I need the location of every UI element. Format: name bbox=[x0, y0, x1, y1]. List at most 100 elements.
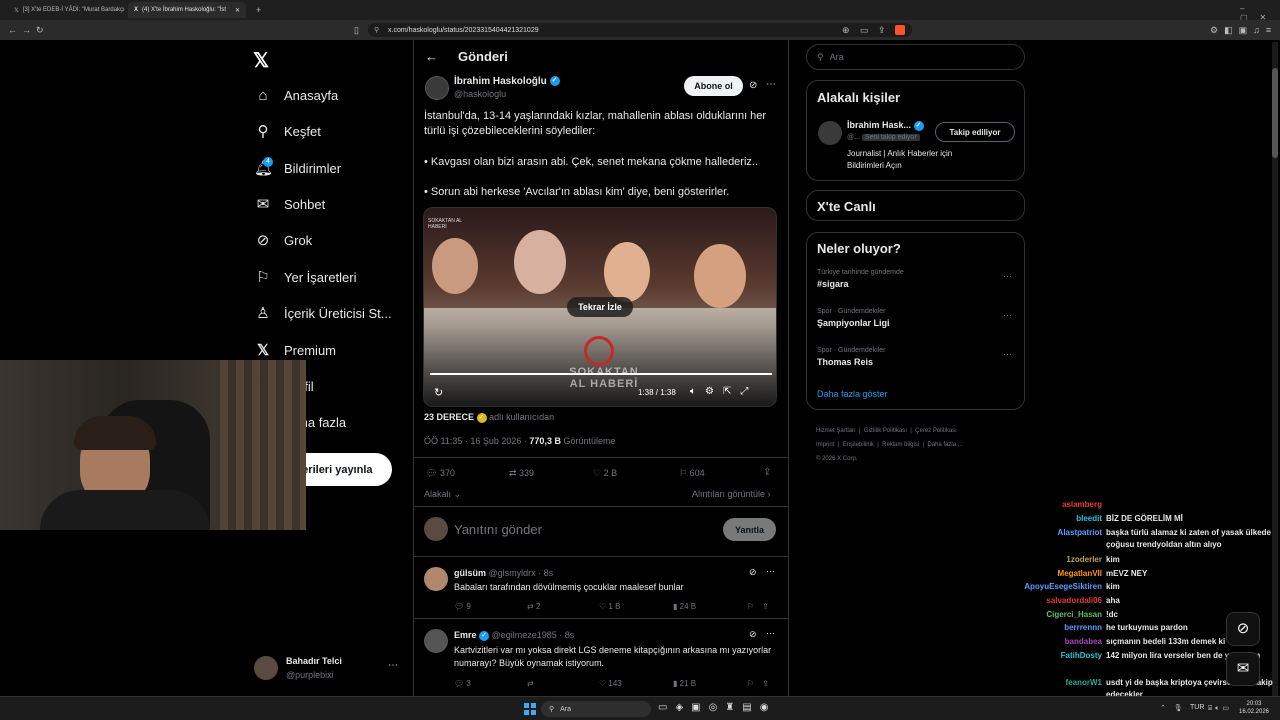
replay-icon[interactable]: ↻ bbox=[434, 386, 443, 399]
nav-home[interactable]: ⌂ Anasayfa bbox=[254, 84, 338, 106]
tray-icons[interactable]: ⌃ 🎙︎ bbox=[1160, 704, 1186, 712]
clock[interactable]: 20:03 16.02.2026 bbox=[1236, 700, 1272, 716]
bookmark-stat[interactable]: ⚐ 604 bbox=[679, 468, 705, 479]
reply-item[interactable]: Emre ✓ @egilmeze1985 · 8s ⊘ ⋯ Kartvizitl… bbox=[413, 619, 788, 696]
close-tab-icon[interactable]: ✕ bbox=[235, 7, 240, 14]
reply-views-stat[interactable]: ▮ 21 B bbox=[673, 679, 696, 688]
chat-username[interactable]: FatihDosty bbox=[990, 650, 1106, 662]
messages-float-icon[interactable]: ✉ bbox=[1226, 652, 1260, 686]
nav-premium[interactable]: 𝕏 Premium bbox=[254, 339, 336, 361]
reply-button[interactable]: Yanıtla bbox=[723, 518, 776, 541]
zoom-icon[interactable]: ⊕ bbox=[842, 22, 850, 38]
author-name-row[interactable]: İbrahim Haskoloğlu ✓ bbox=[454, 76, 560, 87]
footer-link[interactable]: Daha fazla ... bbox=[927, 442, 962, 448]
brave-shield-icon[interactable] bbox=[895, 25, 905, 35]
x-live-card[interactable]: X'te Canlı bbox=[806, 190, 1025, 221]
chat-username[interactable]: MegatlanVII bbox=[990, 568, 1106, 580]
forward-icon[interactable]: → bbox=[22, 22, 31, 38]
back-arrow-icon[interactable]: ← bbox=[425, 49, 438, 64]
x-logo[interactable]: 𝕏 bbox=[253, 48, 269, 73]
windows-start-icon[interactable] bbox=[524, 703, 536, 715]
site-info-icon[interactable]: ⚲ bbox=[374, 26, 379, 34]
more-options-icon[interactable]: ⋯ bbox=[766, 566, 775, 577]
like-stat[interactable]: ♡ 2 B bbox=[593, 468, 617, 479]
reply-actions-icons[interactable]: ⚐⇪ bbox=[747, 679, 777, 688]
browser-tab-1[interactable]: 𝕏 [3] X'te EDEB-İ YÂDİ: "Murat Bardakçı bbox=[8, 2, 126, 18]
search-input[interactable]: ⚲ Ara bbox=[806, 44, 1025, 70]
related-avatar[interactable] bbox=[818, 121, 842, 145]
repost-stat[interactable]: ⇄ 339 bbox=[509, 468, 534, 479]
reply-like-stat[interactable]: ♡ 1 B bbox=[599, 602, 620, 611]
share-icon[interactable]: ⇪ bbox=[878, 22, 886, 38]
chat-username[interactable]: 1zoderler bbox=[990, 554, 1106, 566]
reply-like-stat[interactable]: ♡ 143 bbox=[599, 679, 622, 688]
reply-repost-stat[interactable]: ⇄ bbox=[527, 679, 534, 688]
chat-username[interactable]: Alastpatriot bbox=[990, 527, 1106, 551]
chat-username[interactable]: salvadordali06 bbox=[990, 595, 1106, 607]
footer-link[interactable]: Erişilebilirlik bbox=[843, 442, 874, 448]
video-controls-icons[interactable]: 🔈︎⚙⇱⤢ bbox=[690, 386, 757, 397]
reply-views-stat[interactable]: ▮ 24 B bbox=[673, 602, 696, 611]
reply-comment-stat[interactable]: 💬︎ 3 bbox=[454, 679, 471, 688]
reload-icon[interactable]: ↻ bbox=[36, 22, 44, 38]
footer-link[interactable]: Gizlilik Politikası bbox=[864, 428, 907, 434]
show-more-link[interactable]: Daha fazla göster bbox=[817, 389, 888, 399]
bookmark-page-icon[interactable]: ▯ bbox=[354, 22, 359, 38]
reply-repost-stat[interactable]: ⇄ 2 bbox=[527, 602, 540, 611]
taskbar-app-icons[interactable]: ▭◈▣◎♜▤◉ bbox=[658, 702, 776, 713]
grok-icon[interactable]: ⊘ bbox=[749, 567, 757, 578]
view-quotes-link[interactable]: Alıntıları görüntüle › bbox=[692, 489, 771, 499]
chat-username[interactable]: ApoyuEsegeSiktiren bbox=[990, 581, 1106, 593]
footer-link[interactable]: Hizmet Şartları bbox=[816, 428, 856, 434]
trend-item[interactable]: Türkiye tarihinde gündemde #sigara ⋯ bbox=[817, 269, 1017, 295]
grok-float-icon[interactable]: ⊘ bbox=[1226, 612, 1260, 646]
nav-creator-studio[interactable]: ♙ İçerik Üreticisi St... bbox=[254, 302, 391, 324]
chat-username[interactable]: aslamberg bbox=[990, 499, 1106, 511]
account-switcher[interactable]: Bahadır Telci @purplebixi ⋯ bbox=[254, 654, 404, 684]
replay-button[interactable]: Tekrar İzle bbox=[567, 297, 633, 317]
following-button[interactable]: Takip ediliyor bbox=[935, 122, 1015, 142]
footer-link[interactable]: Imprint bbox=[816, 442, 834, 448]
more-options-icon[interactable]: ⋯ bbox=[1003, 271, 1012, 282]
trend-item[interactable]: Spor · Gündemdekiler Şampiyonlar Ligi ⋯ bbox=[817, 308, 1017, 334]
grok-icon[interactable]: ⊘ bbox=[749, 80, 757, 91]
nav-bookmarks[interactable]: ⚐ Yer İşaretleri bbox=[254, 266, 356, 288]
footer-link[interactable]: Reklam bilgisi bbox=[882, 442, 919, 448]
nav-messages[interactable]: ✉ Sohbet bbox=[254, 193, 326, 215]
chat-username[interactable]: Cigerci_Hasan bbox=[990, 609, 1106, 621]
more-options-icon[interactable]: ⋯ bbox=[766, 79, 776, 90]
system-status-icons[interactable]: ⌸🔈︎▭ bbox=[1208, 704, 1232, 713]
reply-stat[interactable]: 💬︎ 370 bbox=[426, 468, 455, 479]
sort-relevant[interactable]: Alakalı ⌄ bbox=[424, 489, 461, 500]
reply-actions-icons[interactable]: ⚐⇪ bbox=[747, 602, 777, 611]
related-name-row[interactable]: İbrahim Hask... ✓ bbox=[847, 120, 924, 131]
input-language[interactable]: TUR bbox=[1190, 704, 1204, 711]
more-options-icon[interactable]: ⋯ bbox=[1003, 349, 1012, 360]
video-progress-track[interactable] bbox=[430, 373, 772, 375]
taskbar-search[interactable]: ⚲ Ara bbox=[541, 701, 651, 717]
back-icon[interactable]: ← bbox=[8, 22, 17, 38]
chat-username[interactable]: bandabea bbox=[990, 636, 1106, 648]
new-tab-button[interactable]: + bbox=[250, 2, 264, 18]
subscribe-button[interactable]: Abone ol bbox=[684, 76, 743, 96]
url-bar[interactable]: ⚲ x.com/haskologlu/status/20233154044213… bbox=[368, 23, 912, 37]
extensions-icons[interactable]: ⚙◧▣♫≡ bbox=[1210, 22, 1277, 38]
reply-item[interactable]: gülsüm @glsmyldrx · 8s ⊘ ⋯ Babaları tara… bbox=[413, 557, 788, 619]
footer-link[interactable]: Çerez Politikası bbox=[915, 428, 957, 434]
video-player[interactable]: SOKAKTAN AL HABERİ SOKAKTAN AL HABERİ Te… bbox=[423, 207, 777, 407]
more-options-icon[interactable]: ⋯ bbox=[766, 628, 775, 639]
share-icon[interactable]: ⇪ bbox=[763, 467, 771, 478]
chat-username[interactable]: bleedit bbox=[990, 513, 1106, 525]
reply-input[interactable]: Yanıtını gönder bbox=[454, 522, 542, 537]
author-avatar[interactable] bbox=[425, 76, 449, 100]
scrollbar-thumb[interactable] bbox=[1272, 68, 1278, 158]
chat-username[interactable]: berrrennn bbox=[990, 622, 1106, 634]
nav-grok[interactable]: ⊘ Grok bbox=[254, 229, 312, 251]
nav-notifications[interactable]: 🔔︎ 4 Bildirimler bbox=[254, 157, 341, 179]
nav-explore[interactable]: ⚲ Keşfet bbox=[254, 120, 321, 142]
grok-icon[interactable]: ⊘ bbox=[749, 629, 757, 640]
screen-icon[interactable]: ▭ bbox=[860, 22, 869, 38]
source-row[interactable]: 23 DERECE ✓ adlı kullanıcıdan bbox=[424, 412, 554, 423]
more-options-icon[interactable]: ⋯ bbox=[1003, 310, 1012, 321]
reply-comment-stat[interactable]: 💬︎ 9 bbox=[454, 602, 471, 611]
